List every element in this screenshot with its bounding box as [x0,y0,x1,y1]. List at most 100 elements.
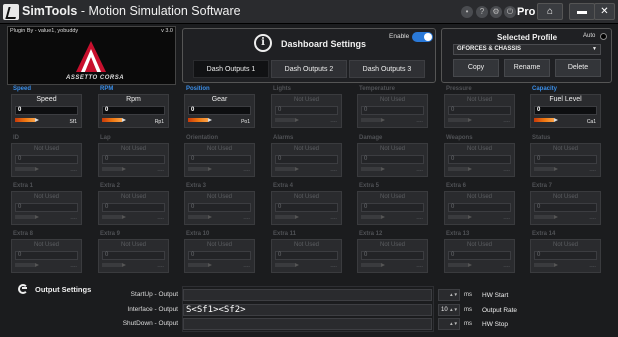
slider-pencil-icon[interactable] [15,167,39,171]
cell-value-field[interactable]: 0 [275,251,338,260]
power-icon[interactable]: ⏻ [504,6,516,18]
cell-value-field[interactable]: 0 [448,203,511,212]
cell-value-field[interactable]: 0 [275,203,338,212]
dash-output-cell[interactable]: Extra 14 Not Used 0 ---- [527,231,602,273]
cell-value-field[interactable]: 0 [15,251,78,260]
slider-pencil-icon[interactable] [15,118,39,122]
cell-box[interactable]: Not Used 0 ---- [98,191,169,225]
cell-box[interactable]: Not Used 0 ---- [11,143,82,177]
slider-pencil-icon[interactable] [15,263,39,267]
cell-box[interactable]: Not Used 0 ---- [357,191,428,225]
cell-value-field[interactable]: 0 [534,155,597,164]
dash-output-cell[interactable]: Extra 13 Not Used 0 ---- [441,231,516,273]
cell-box[interactable]: Not Used 0 ---- [530,191,601,225]
cell-box[interactable]: Not Used 0 ---- [11,239,82,273]
dash-output-cell[interactable]: Capacity Fuel Level 0 Ca1 [527,86,602,128]
slider-pencil-icon[interactable] [102,167,126,171]
cell-box[interactable]: Not Used 0 ---- [184,143,255,177]
cell-value-field[interactable]: 0 [534,203,597,212]
dash-output-cell[interactable]: Status Not Used 0 ---- [527,135,602,177]
cell-value-field[interactable]: 0 [275,155,338,164]
cell-box[interactable]: Fuel Level 0 Ca1 [530,94,601,128]
dash-output-cell[interactable]: RPM Rpm 0 Rp1 [95,86,170,128]
slider-pencil-icon[interactable] [534,167,558,171]
dash-output-cell[interactable]: Position Gear 0 Po1 [181,86,256,128]
tab-dash-outputs-2[interactable]: Dash Outputs 2 [271,60,347,78]
dash-output-cell[interactable]: Lap Not Used 0 ---- [95,135,170,177]
slider-pencil-icon[interactable] [448,263,472,267]
cell-box[interactable]: Not Used 0 ---- [444,94,515,128]
cell-value-field[interactable]: 0 [534,106,597,115]
slider-pencil-icon[interactable] [361,118,385,122]
dash-output-cell[interactable]: Extra 3 Not Used 0 ---- [181,183,256,225]
rename-button[interactable]: Rename [504,59,550,77]
slider-pencil-icon[interactable] [361,215,385,219]
cell-value-field[interactable]: 0 [188,203,251,212]
dash-output-cell[interactable]: Alarms Not Used 0 ---- [268,135,343,177]
slider-pencil-icon[interactable] [188,215,212,219]
copy-button[interactable]: Copy [453,59,499,77]
cell-value-field[interactable]: 0 [448,106,511,115]
slider-pencil-icon[interactable] [448,118,472,122]
cell-box[interactable]: Not Used 0 ---- [444,143,515,177]
cell-value-field[interactable]: 0 [102,155,165,164]
shutdown-output-input[interactable] [183,318,432,330]
auto-radio[interactable] [600,33,607,40]
settings-icon[interactable]: ⚙ [490,6,502,18]
dash-output-cell[interactable]: Extra 10 Not Used 0 ---- [181,231,256,273]
cell-box[interactable]: Not Used 0 ---- [444,239,515,273]
cell-box[interactable]: Not Used 0 ---- [184,239,255,273]
slider-pencil-icon[interactable] [188,263,212,267]
cell-value-field[interactable]: 0 [448,155,511,164]
slider-pencil-icon[interactable] [361,263,385,267]
cell-box[interactable]: Not Used 0 ---- [530,143,601,177]
cell-value-field[interactable]: 0 [361,251,424,260]
dash-output-cell[interactable]: ID Not Used 0 ---- [8,135,83,177]
cell-value-field[interactable]: 0 [275,106,338,115]
shutdown-ms-select[interactable]: ▲▼ [438,318,460,330]
slider-pencil-icon[interactable] [534,215,558,219]
dash-output-cell[interactable]: Extra 1 Not Used 0 ---- [8,183,83,225]
interface-output-input[interactable]: S<Sf1><Sf2> [183,304,432,316]
slider-pencil-icon[interactable] [361,167,385,171]
dash-output-cell[interactable]: Extra 6 Not Used 0 ---- [441,183,516,225]
cell-box[interactable]: Not Used 0 ---- [98,143,169,177]
dash-output-cell[interactable]: Lights Not Used 0 ---- [268,86,343,128]
home-button[interactable]: ⌂ [537,3,563,20]
slider-pencil-icon[interactable] [275,263,299,267]
cell-value-field[interactable]: 0 [188,251,251,260]
cell-value-field[interactable]: 0 [188,106,251,115]
tab-dash-outputs-3[interactable]: Dash Outputs 3 [349,60,425,78]
slider-pencil-icon[interactable] [534,118,558,122]
game-plugin-panel[interactable]: Plugin By - value1, yobuddy v 3.0 ASSETT… [7,26,176,85]
slider-pencil-icon[interactable] [188,118,212,122]
cell-box[interactable]: Not Used 0 ---- [444,191,515,225]
startup-ms-select[interactable]: ▲▼ [438,289,460,301]
cell-box[interactable]: Not Used 0 ---- [357,239,428,273]
slider-pencil-icon[interactable] [275,118,299,122]
cell-value-field[interactable]: 0 [188,155,251,164]
slider-pencil-icon[interactable] [275,215,299,219]
dash-output-cell[interactable]: Extra 11 Not Used 0 ---- [268,231,343,273]
startup-output-input[interactable] [183,289,432,301]
interface-ms-select[interactable]: 10 ▲▼ [438,304,460,316]
cell-box[interactable]: Not Used 0 ---- [271,94,342,128]
dash-output-cell[interactable]: Extra 8 Not Used 0 ---- [8,231,83,273]
tab-dash-outputs-1[interactable]: Dash Outputs 1 [193,60,269,78]
profile-select[interactable]: GFORCES & CHASSIS ▼ [453,44,601,55]
minimize-button[interactable]: ▬ [569,3,595,20]
delete-button[interactable]: Delete [555,59,601,77]
cell-value-field[interactable]: 0 [361,106,424,115]
help-icon[interactable]: ? [476,6,488,18]
dash-output-cell[interactable]: Extra 2 Not Used 0 ---- [95,183,170,225]
cell-box[interactable]: Speed 0 Sf1 [11,94,82,128]
cell-box[interactable]: Not Used 0 ---- [271,143,342,177]
slider-pencil-icon[interactable] [275,167,299,171]
cell-value-field[interactable]: 0 [361,203,424,212]
dash-output-cell[interactable]: Orientation Not Used 0 ---- [181,135,256,177]
cell-value-field[interactable]: 0 [102,251,165,260]
info-icon[interactable]: • [461,6,473,18]
dash-output-cell[interactable]: Extra 5 Not Used 0 ---- [354,183,429,225]
dash-output-cell[interactable]: Extra 9 Not Used 0 ---- [95,231,170,273]
cell-box[interactable]: Gear 0 Po1 [184,94,255,128]
